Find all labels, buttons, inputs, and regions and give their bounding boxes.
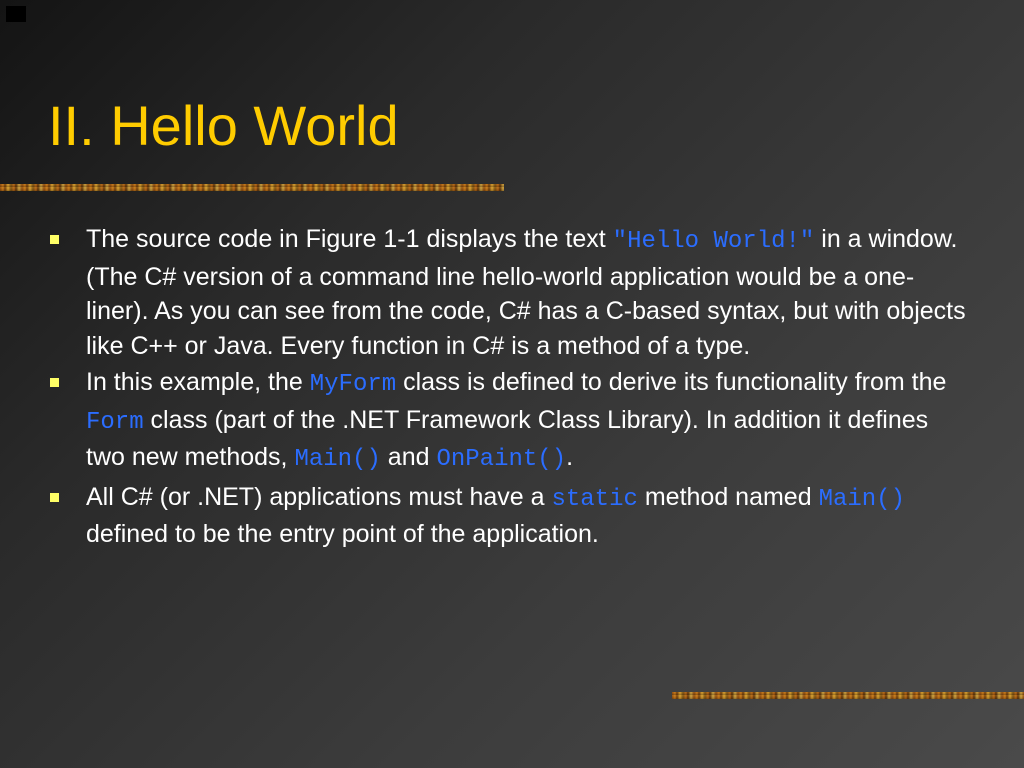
bullet-text: The source code in Figure 1-1 displays t… [86,225,966,360]
inline-code: OnPaint() [436,446,567,473]
bullet-item: All C# (or .NET) applications must have … [48,480,968,552]
inline-code: "Hello World!" [612,228,815,255]
body-text: defined to be the entry point of the app… [86,520,599,548]
body-text: and [380,443,437,471]
inline-code: MyForm [309,371,397,398]
body-text: The source code in Figure 1-1 displays t… [86,225,613,253]
bullet-text: In this example, the MyForm class is def… [86,368,947,473]
footer-texture-bar [672,692,1024,699]
body-text: In this example, the [86,368,310,396]
inline-code: static [551,485,638,513]
bullet-item: The source code in Figure 1-1 displays t… [48,222,968,363]
inline-code: Main() [818,485,905,513]
corner-mark [6,6,26,22]
body-text: method named [637,482,819,511]
body-text: . [566,443,574,471]
inline-code: Main() [294,446,381,473]
bullet-item: In this example, the MyForm class is def… [48,365,968,478]
body-text: All C# (or .NET) applications must have … [86,482,552,511]
title-underline-texture [0,184,504,191]
square-bullet-icon [50,492,59,502]
bullet-list: The source code in Figure 1-1 displays t… [48,222,968,554]
bullet-text: All C# (or .NET) applications must have … [86,483,905,549]
slide-title: II. Hello World [48,94,399,157]
body-text: class is defined to derive its functiona… [396,368,947,396]
inline-code: Form [86,408,144,436]
square-bullet-icon [50,378,59,387]
square-bullet-icon [50,235,59,244]
